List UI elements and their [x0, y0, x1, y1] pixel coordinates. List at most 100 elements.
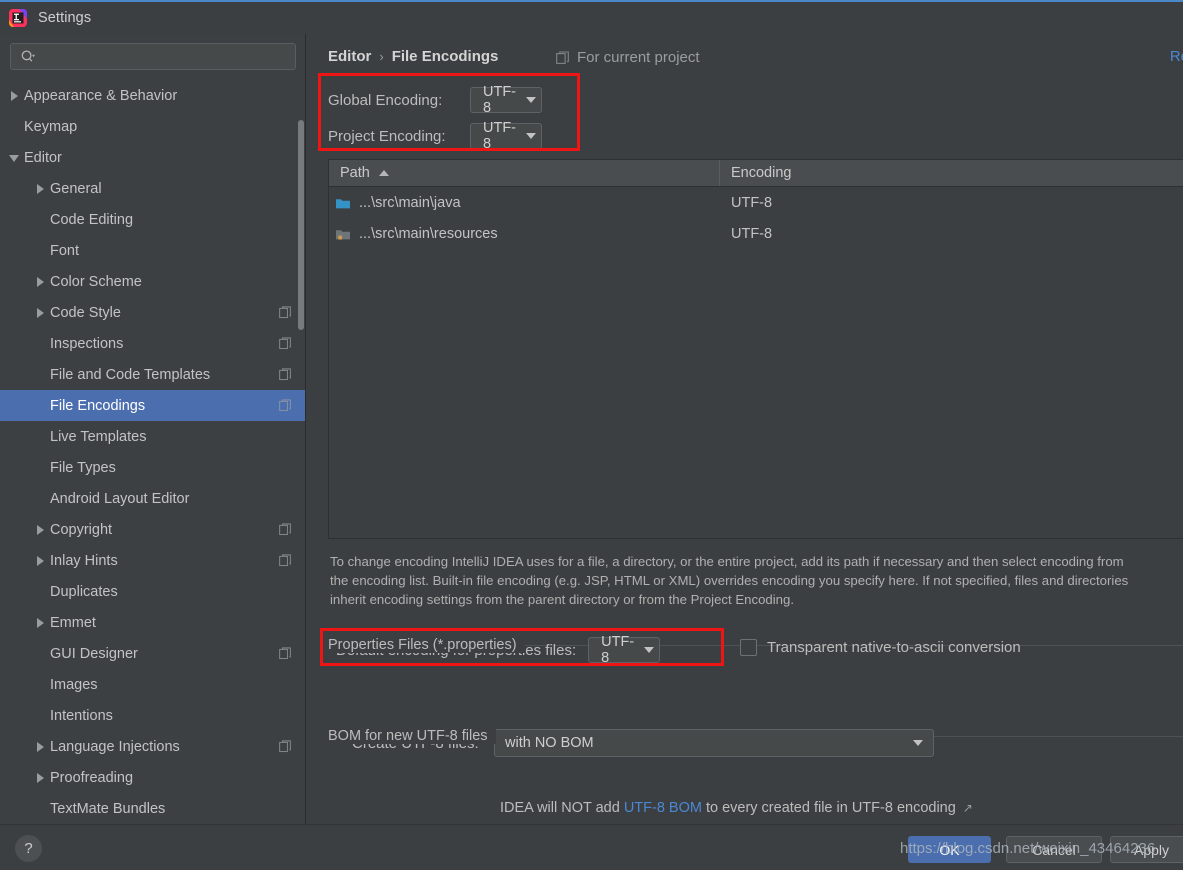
search-input[interactable]	[36, 44, 295, 69]
sidebar-item-label: Images	[50, 676, 98, 693]
sidebar-item-code-editing[interactable]: Code Editing	[0, 204, 306, 235]
sidebar-item-label: Code Style	[50, 304, 121, 321]
chevron-right-icon[interactable]	[34, 771, 47, 784]
table-cell-path: ...\src\main\resources	[329, 226, 720, 242]
sidebar-item-file-types[interactable]: File Types	[0, 452, 306, 483]
breadcrumb-current: File Encodings	[391, 48, 499, 65]
sidebar-item-copyright[interactable]: Copyright	[0, 514, 306, 545]
encodings-table: Path Encoding ...\src\main\java UTF-8 ...\…	[328, 159, 1183, 539]
ok-button[interactable]: OK	[908, 836, 991, 863]
project-encoding-dropdown[interactable]: UTF-8	[470, 120, 542, 152]
reset-link[interactable]: Re	[1170, 48, 1183, 65]
chevron-right-icon[interactable]	[34, 182, 47, 195]
sidebar-item-duplicates[interactable]: Duplicates	[0, 576, 306, 607]
table-cell-encoding[interactable]: UTF-8	[720, 226, 1183, 242]
scope-label-text: For current project	[577, 49, 700, 66]
sidebar-item-images[interactable]: Images	[0, 669, 306, 700]
copy-scope-icon	[279, 368, 291, 381]
external-link-icon[interactable]: ↗	[963, 801, 973, 815]
cancel-button[interactable]: Cancel	[1006, 836, 1102, 863]
transparent-conversion-checkbox-row[interactable]: Transparent native-to-ascii conversion	[740, 639, 1021, 656]
sidebar-item-label: Appearance & Behavior	[24, 87, 178, 104]
chevron-down-icon[interactable]	[8, 151, 21, 164]
chevron-right-icon[interactable]	[34, 740, 47, 753]
encoding-hint-text: To change encoding IntelliJ IDEA uses fo…	[330, 554, 1129, 607]
table-body: ...\src\main\java UTF-8 ...\src\main\resou…	[329, 187, 1183, 249]
chevron-right-icon[interactable]	[34, 523, 47, 536]
sidebar-item-inlay-hints[interactable]: Inlay Hints	[0, 545, 306, 576]
sidebar-item-proofreading[interactable]: Proofreading	[0, 762, 306, 793]
sidebar-item-keymap[interactable]: Keymap	[0, 111, 306, 142]
chevron-right-icon[interactable]	[34, 275, 47, 288]
column-header-path-label: Path	[340, 165, 370, 181]
table-cell-encoding[interactable]: UTF-8	[720, 195, 1183, 211]
sidebar-item-file-and-code-templates[interactable]: File and Code Templates	[0, 359, 306, 390]
bom-note-suffix: to every created file in UTF-8 encoding	[705, 800, 956, 816]
sidebar-item-label: File Encodings	[50, 397, 146, 414]
breadcrumb-separator-icon: ›	[379, 49, 384, 64]
sidebar-item-general[interactable]: General	[0, 173, 306, 204]
intellij-idea-logo-icon	[9, 9, 27, 27]
dialog-bottom-bar: ? OK Cancel Apply	[0, 824, 1183, 870]
table-cell-path-text: ...\src\main\resources	[359, 225, 498, 242]
global-encoding-row: Global Encoding: UTF-8	[328, 84, 542, 116]
chevron-right-icon[interactable]	[34, 306, 47, 319]
search-box[interactable]	[10, 43, 296, 70]
transparent-conversion-checkbox[interactable]	[740, 639, 757, 656]
chevron-right-icon[interactable]	[8, 89, 21, 102]
help-button[interactable]: ?	[15, 835, 42, 862]
sidebar-item-font[interactable]: Font	[0, 235, 306, 266]
global-encoding-dropdown[interactable]: UTF-8	[470, 84, 542, 116]
sidebar-item-label: Keymap	[24, 118, 78, 135]
bom-note: IDEA will NOT add UTF-8 BOM to every cre…	[500, 800, 973, 816]
sidebar-item-appearance-behavior[interactable]: Appearance & Behavior	[0, 80, 306, 111]
sidebar-item-gui-designer[interactable]: GUI Designer	[0, 638, 306, 669]
column-header-path[interactable]: Path	[329, 160, 720, 186]
chevron-right-icon[interactable]	[34, 616, 47, 629]
sidebar-item-intentions[interactable]: Intentions	[0, 700, 306, 731]
sidebar-item-label: Code Editing	[50, 211, 134, 228]
title-bar: Settings	[0, 0, 1183, 34]
global-encoding-label: Global Encoding:	[328, 91, 443, 109]
sidebar-item-live-templates[interactable]: Live Templates	[0, 421, 306, 452]
sidebar-item-label: File and Code Templates	[50, 366, 211, 383]
sidebar-item-code-style[interactable]: Code Style	[0, 297, 306, 328]
sidebar-item-label: GUI Designer	[50, 645, 138, 662]
default-properties-encoding-dropdown[interactable]: UTF-8	[588, 634, 661, 666]
window-title: Settings	[38, 10, 92, 26]
copy-scope-icon	[279, 740, 291, 753]
create-utf8-files-dropdown[interactable]: with NO BOM	[494, 729, 934, 757]
sidebar-item-android-layout-editor[interactable]: Android Layout Editor	[0, 483, 306, 514]
sidebar-item-inspections[interactable]: Inspections	[0, 328, 306, 359]
global-encoding-value: UTF-8	[483, 84, 517, 116]
default-properties-encoding-value: UTF-8	[601, 634, 635, 666]
table-row[interactable]: ...\src\main\java UTF-8	[329, 187, 1183, 218]
sidebar-item-color-scheme[interactable]: Color Scheme	[0, 266, 306, 297]
sidebar-scrollbar-thumb[interactable]	[298, 120, 304, 330]
column-header-encoding-label: Encoding	[731, 165, 792, 181]
table-row[interactable]: ...\src\main\resources UTF-8	[329, 218, 1183, 249]
sidebar-item-language-injections[interactable]: Language Injections	[0, 731, 306, 762]
sidebar-item-emmet[interactable]: Emmet	[0, 607, 306, 638]
sidebar-item-file-encodings[interactable]: File Encodings	[0, 390, 306, 421]
sidebar-item-editor[interactable]: Editor	[0, 142, 306, 173]
sidebar-item-textmate-bundles[interactable]: TextMate Bundles	[0, 793, 306, 824]
apply-button[interactable]: Apply	[1110, 836, 1183, 863]
table-header-row: Path Encoding	[329, 160, 1183, 187]
column-header-encoding[interactable]: Encoding	[720, 160, 1183, 186]
copy-scope-icon	[279, 554, 291, 567]
chevron-right-icon[interactable]	[34, 554, 47, 567]
utf8-bom-link[interactable]: UTF-8 BOM	[624, 800, 702, 816]
resources-folder-icon	[336, 229, 350, 239]
sidebar-item-label: TextMate Bundles	[50, 800, 166, 817]
settings-sidebar: Appearance & Behavior Keymap Editor General…	[0, 34, 306, 824]
breadcrumb-parent[interactable]: Editor	[328, 48, 371, 65]
